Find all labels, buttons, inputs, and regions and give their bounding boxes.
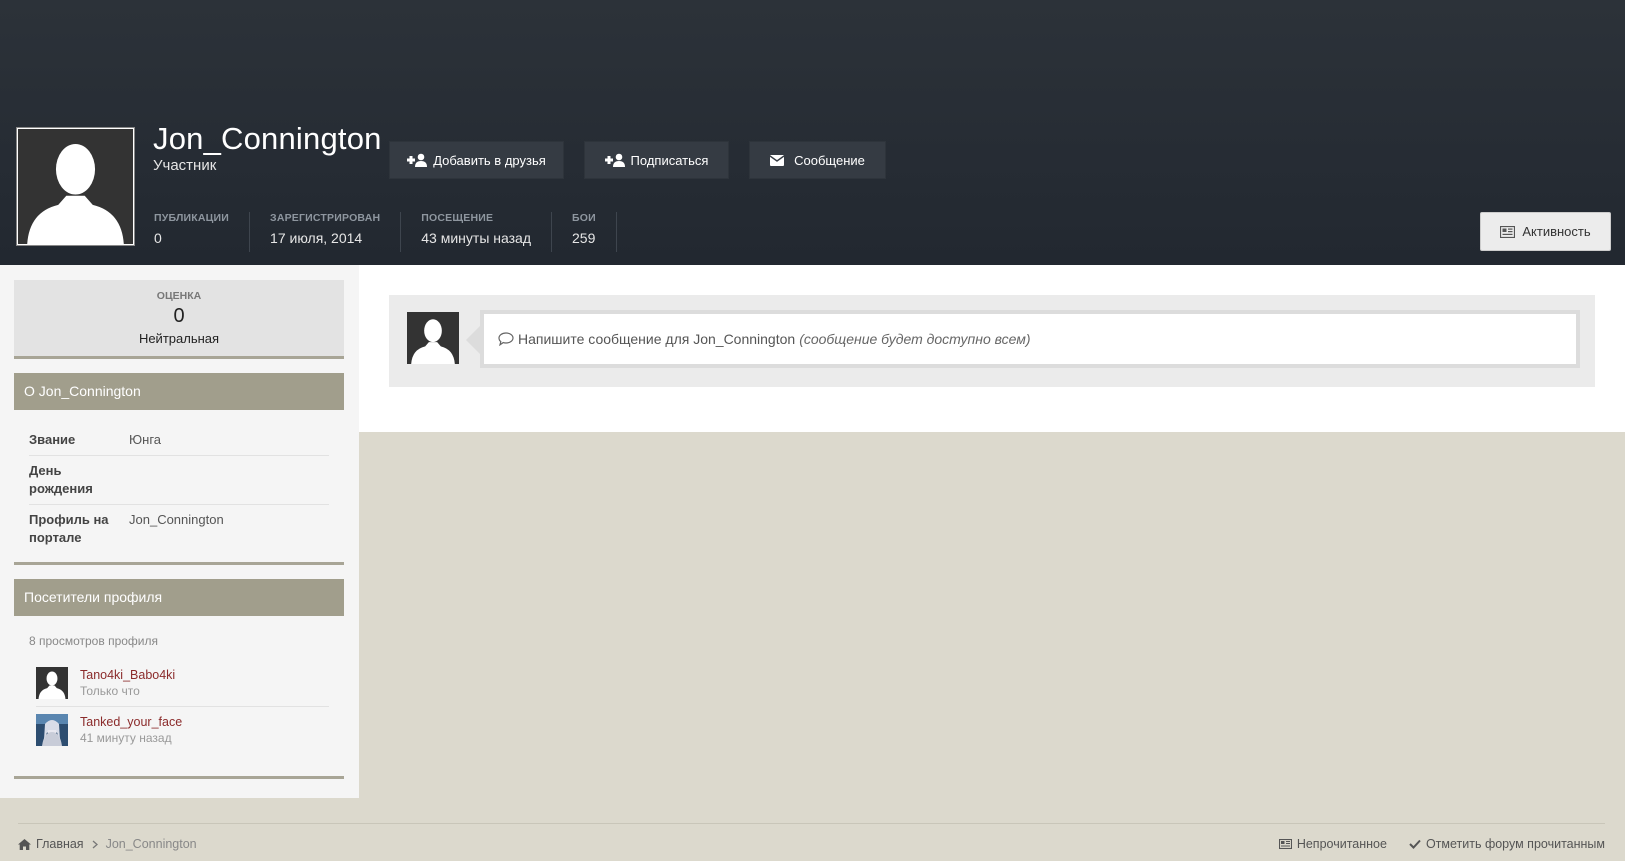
reputation-widget: ОЦЕНКА 0 Нейтральная — [14, 280, 344, 359]
profile-name: Jon_Connington — [153, 121, 382, 156]
visitor-time: Только что — [80, 684, 140, 698]
envelope-icon — [770, 154, 785, 166]
stat-posts: ПУБЛИКАЦИИ 0 — [154, 212, 251, 252]
composer-arrow — [466, 326, 480, 354]
visitor-avatar[interactable] — [36, 667, 68, 699]
info-row-rank: Звание Юнга — [29, 425, 329, 456]
activity-button[interactable]: Активность — [1480, 212, 1611, 251]
footer-divider — [18, 823, 1605, 824]
user-silhouette-icon — [407, 312, 459, 364]
status-placeholder: Напишите сообщение для Jon_Connington — [518, 331, 796, 347]
portal-profile-link[interactable]: Jon_Connington — [129, 511, 224, 547]
visitor-time: 41 минуту назад — [80, 731, 172, 745]
newspaper-icon — [1500, 225, 1516, 238]
visitor-item[interactable]: Tanked_your_face 41 минуту назад — [36, 707, 329, 753]
stat-label: ПОСЕЩЕНИЕ — [421, 212, 494, 224]
comment-icon — [498, 332, 514, 346]
stat-value: 17 июля, 2014 — [270, 230, 363, 246]
add-user-icon — [407, 153, 428, 167]
add-friend-label: Добавить в друзья — [433, 152, 546, 168]
stat-label: ПУБЛИКАЦИИ — [154, 212, 230, 224]
visitors-title: Посетители профиля — [14, 579, 344, 616]
activity-label: Активность — [1522, 224, 1591, 239]
profile-stats: ПУБЛИКАЦИИ 0 ЗАРЕГИСТРИРОВАН 17 июля, 20… — [154, 212, 637, 252]
info-value: Юнга — [129, 432, 161, 447]
footer-actions: Непрочитанное Отметить форум прочитанным — [1278, 837, 1605, 851]
info-row-portal-profile: Профиль на портале Jon_Connington — [29, 505, 329, 553]
follow-label: Подписаться — [630, 152, 709, 168]
stat-label: ЗАРЕГИСТРИРОВАН — [270, 212, 381, 224]
mark-read-link[interactable]: Отметить форум прочитанным — [1409, 837, 1605, 851]
status-input[interactable]: Напишите сообщение для Jon_Connington (с… — [480, 310, 1580, 368]
info-key: Звание — [29, 432, 76, 447]
follow-user-icon — [604, 153, 625, 167]
composer-avatar — [407, 312, 459, 364]
visitor-avatar[interactable] — [36, 714, 68, 746]
user-silhouette-icon — [18, 129, 133, 244]
breadcrumb: Главная Jon_Connington — [18, 837, 197, 851]
info-row-birthday: День рождения — [29, 456, 329, 505]
newspaper-icon — [1278, 839, 1292, 849]
stat-value: 43 минуты назад — [421, 230, 532, 246]
mark-read-label: Отметить форум прочитанным — [1425, 837, 1605, 851]
unread-label: Непрочитанное — [1296, 837, 1387, 851]
visitor-name[interactable]: Tano4ki_Babo4ki — [80, 667, 175, 683]
status-composer: Напишите сообщение для Jon_Connington (с… — [389, 295, 1595, 387]
visitor-item[interactable]: Tano4ki_Babo4ki Только что — [36, 660, 329, 707]
breadcrumb-home[interactable]: Главная — [36, 837, 84, 851]
about-title: О Jon_Connington — [14, 373, 344, 410]
stat-value: 0 — [154, 230, 162, 246]
profile-visitors-widget: Посетители профиля 8 просмотров профиля … — [14, 579, 344, 779]
anime-avatar-icon — [36, 714, 68, 746]
rating-label: ОЦЕНКА — [156, 290, 202, 302]
home-icon — [18, 838, 31, 850]
rating-value: 0 — [173, 305, 185, 327]
add-friend-button[interactable]: Добавить в друзья — [389, 141, 564, 179]
status-visibility-note: (сообщение будет доступно всем) — [799, 331, 1031, 347]
stat-label: БОИ — [572, 212, 596, 224]
visitor-name[interactable]: Tanked_your_face — [80, 714, 182, 730]
stat-value: 259 — [572, 230, 596, 246]
stat-registered: ЗАРЕГИСТРИРОВАН 17 июля, 2014 — [270, 212, 402, 252]
breadcrumb-current: Jon_Connington — [105, 837, 197, 851]
rating-text: Нейтральная — [138, 331, 220, 346]
about-widget: О Jon_Connington Звание Юнга День рожден… — [14, 373, 344, 565]
profile-avatar[interactable] — [16, 127, 135, 246]
unread-link[interactable]: Непрочитанное — [1278, 837, 1387, 851]
stat-battles: БОИ 259 — [572, 212, 617, 252]
info-key: День рождения — [29, 463, 93, 496]
profile-role: Участник — [153, 157, 217, 174]
info-key: Профиль на портале — [29, 512, 109, 545]
user-silhouette-icon — [36, 667, 68, 699]
chevron-right-icon — [92, 840, 98, 848]
follow-button[interactable]: Подписаться — [584, 141, 729, 179]
checkmark-icon — [1409, 839, 1421, 849]
message-label: Сообщение — [794, 152, 865, 168]
profile-views-count: 8 просмотров профиля — [29, 634, 158, 648]
stat-last-visit: ПОСЕЩЕНИЕ 43 минуты назад — [421, 212, 553, 252]
message-button[interactable]: Сообщение — [749, 141, 886, 179]
